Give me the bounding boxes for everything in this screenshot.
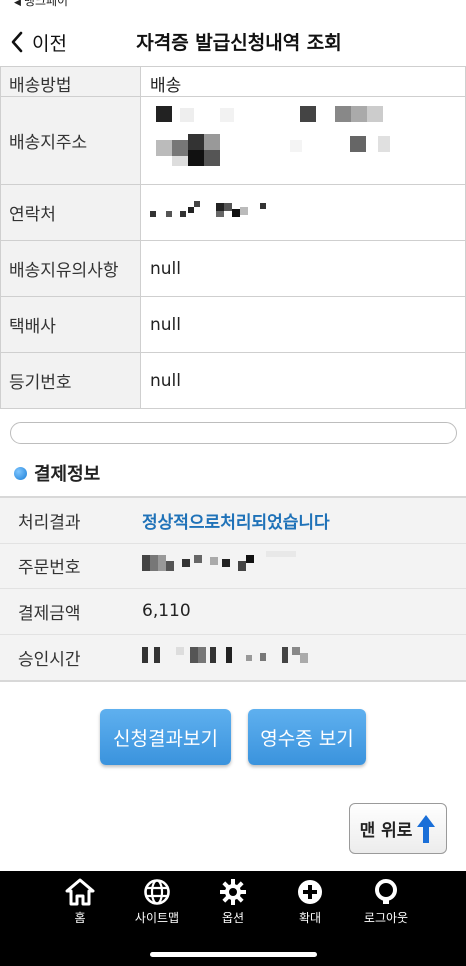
tab-logout[interactable]: 로그아웃: [351, 877, 421, 926]
contact-label: 연락처: [0, 184, 141, 241]
tab-sitemap-label: 사이트맵: [134, 911, 180, 925]
back-app-label: 뱅크페이: [23, 0, 69, 8]
table-row: 결제금액 6,110: [0, 589, 466, 635]
tab-home-label: 홈: [74, 911, 86, 925]
status-back-to-app[interactable]: ◀ 뱅크페이: [14, 0, 68, 8]
tab-home[interactable]: 홈: [45, 877, 115, 926]
redacted-address-mosaic: [156, 106, 390, 166]
payment-section-title: 결제정보: [34, 464, 101, 485]
payment-amount-value: 6,110: [142, 601, 191, 622]
table-row: 택배사 null: [0, 296, 466, 353]
home-icon: [45, 877, 115, 907]
payment-info-table: 처리결과 정상적으로처리되었습니다 주문번호 결제금액 6,110 승인시간: [0, 496, 466, 682]
table-row: 주문번호: [0, 543, 466, 589]
approval-time-label: 승인시간: [18, 649, 81, 670]
navigation-bar: 이전 자격증 발급신청내역 조회: [0, 18, 466, 66]
view-receipt-button[interactable]: 영수증 보기: [248, 709, 366, 765]
courier-label: 택배사: [0, 296, 141, 353]
order-number-value: [142, 551, 302, 580]
approval-time-value: [142, 643, 332, 672]
redacted-contact-mosaic: [150, 201, 266, 217]
home-indicator[interactable]: [150, 952, 317, 957]
tab-zoom[interactable]: 확대: [275, 877, 345, 926]
shipping-address-label: 배송지주소: [0, 96, 141, 185]
shipping-method-value: 배송: [140, 66, 466, 97]
back-triangle-icon: ◀: [14, 0, 21, 8]
registered-number-label: 등기번호: [0, 352, 141, 409]
payment-section-heading: 결제정보: [14, 460, 100, 486]
shipping-address-value: [140, 96, 466, 185]
page-title: 자격증 발급신청내역 조회: [136, 32, 342, 54]
arrow-up-icon: [417, 814, 436, 843]
redacted-approval-time-mosaic: [142, 646, 308, 663]
bullet-dot-icon: [14, 466, 27, 480]
registered-number-value: null: [140, 352, 466, 409]
order-number-label: 주문번호: [18, 558, 81, 579]
globe-icon: [122, 877, 192, 907]
table-row: 처리결과 정상적으로처리되었습니다: [0, 498, 466, 544]
plus-circle-icon: [275, 877, 345, 907]
gear-icon: [198, 877, 268, 907]
process-result-value: 정상적으로처리되었습니다: [142, 512, 330, 533]
payment-amount-label: 결제금액: [18, 603, 81, 624]
table-row: 배송지유의사항 null: [0, 240, 466, 297]
shipping-method-label: 배송방법: [0, 66, 141, 97]
courier-value: null: [140, 296, 466, 353]
shipping-info-table: 배송방법 배송 배송지주소 연락처 배송지유의사항 null 택배사 null …: [0, 66, 466, 409]
shipping-notes-value: null: [140, 240, 466, 297]
tab-options[interactable]: 옵션: [198, 877, 268, 926]
shipping-notes-label: 배송지유의사항: [0, 240, 141, 297]
tab-sitemap[interactable]: 사이트맵: [122, 877, 192, 926]
section-divider: [10, 422, 457, 444]
redacted-order-number-mosaic: [142, 551, 296, 572]
tab-zoom-label: 확대: [298, 911, 322, 925]
view-application-result-button[interactable]: 신청결과보기: [100, 709, 231, 765]
table-row: 배송방법 배송: [0, 66, 466, 97]
table-row: 배송지주소: [0, 96, 466, 185]
contact-value: [140, 184, 466, 241]
logout-icon: [351, 877, 421, 907]
table-row: 연락처: [0, 184, 466, 241]
tab-options-label: 옵션: [221, 911, 245, 925]
tab-logout-label: 로그아웃: [363, 911, 409, 925]
table-row: 등기번호 null: [0, 352, 466, 409]
scroll-to-top-label: 맨 위로: [359, 821, 413, 841]
process-result-label: 처리결과: [18, 512, 81, 533]
scroll-to-top-button[interactable]: 맨 위로: [349, 803, 447, 854]
table-row: 승인시간: [0, 634, 466, 680]
